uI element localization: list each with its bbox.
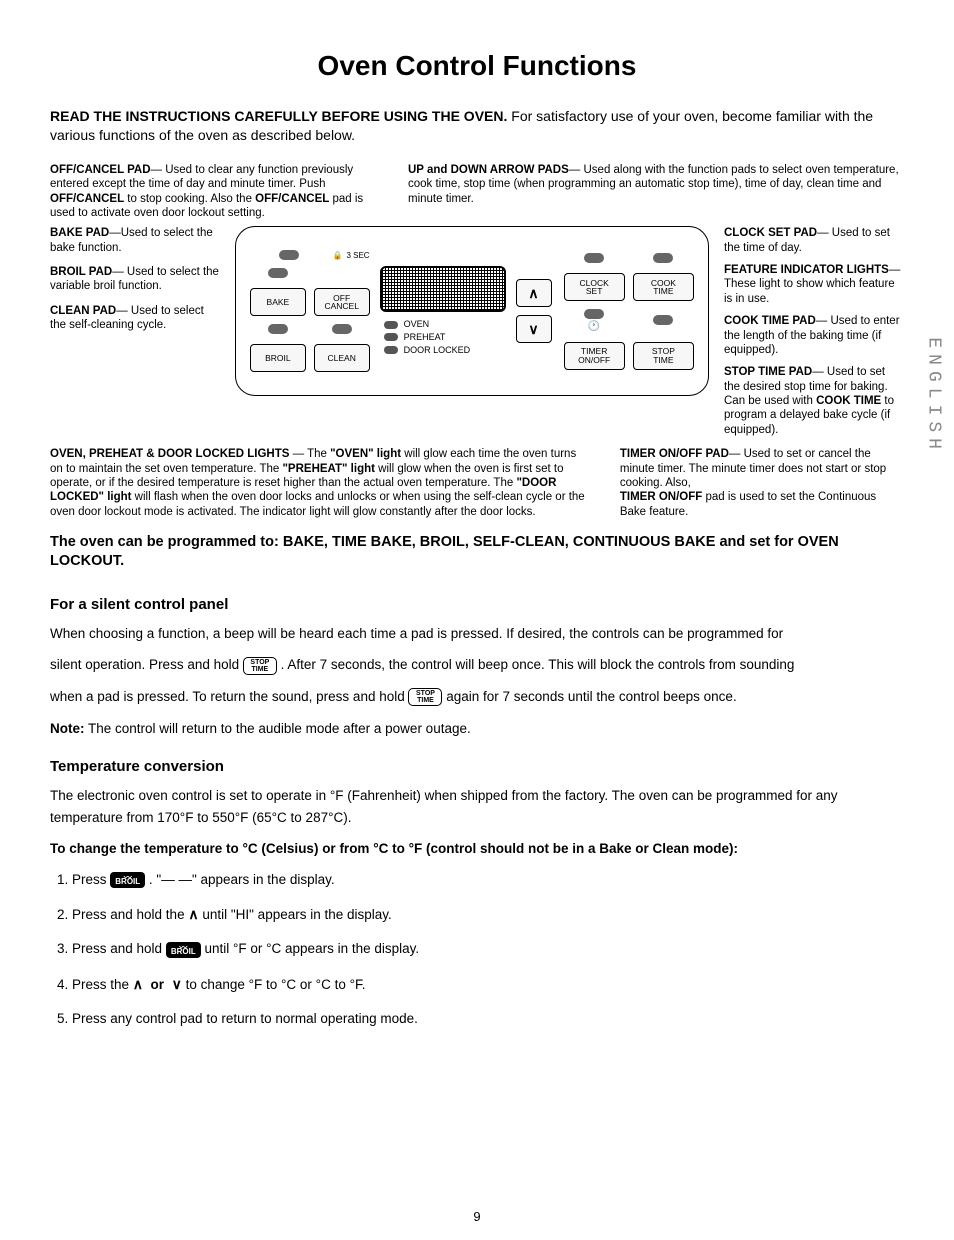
callout-bake-pad: BAKE PAD—Used to select the bake functio… bbox=[50, 226, 220, 255]
programmable-summary: The oven can be programmed to: BAKE, TIM… bbox=[50, 533, 904, 571]
broil-pad: BROIL bbox=[250, 344, 306, 372]
control-panel-diagram: 🔒 3 SEC BAKE OFF CANCEL BROIL CLEAN bbox=[230, 226, 714, 437]
up-caret-icon: ∧ bbox=[133, 976, 143, 992]
step-2: Press and hold the ∧ until "HI" appears … bbox=[72, 904, 904, 925]
temp-heading: Temperature conversion bbox=[50, 755, 904, 779]
callout-indicator-lights: OVEN, PREHEAT & DOOR LOCKED LIGHTS — The… bbox=[50, 447, 590, 519]
bake-pad: BAKE bbox=[250, 288, 306, 316]
callout-broil-pad: BROIL PAD— Used to select the variable b… bbox=[50, 265, 220, 294]
intro-bold: READ THE INSTRUCTIONS CAREFULLY BEFORE U… bbox=[50, 108, 507, 124]
down-arrow-pad: ∨ bbox=[516, 315, 552, 343]
step-3: Press and hold 〰BROIL until °F or °C app… bbox=[72, 939, 904, 959]
intro-paragraph: READ THE INSTRUCTIONS CAREFULLY BEFORE U… bbox=[50, 107, 904, 145]
door-locked-light-icon bbox=[384, 346, 398, 354]
silent-heading: For a silent control panel bbox=[50, 593, 904, 617]
step-4: Press the ∧ or ∨ to change °F to °C or °… bbox=[72, 974, 904, 995]
up-caret-icon: ∧ bbox=[188, 906, 198, 922]
clean-pad: CLEAN bbox=[314, 344, 370, 372]
cook-time-pad: COOK TIME bbox=[633, 273, 694, 301]
step-5: Press any control pad to return to norma… bbox=[72, 1009, 904, 1029]
callout-clean-pad: CLEAN PAD— Used to select the self-clean… bbox=[50, 304, 220, 333]
step-1: Press 〰BROIL . "— —" appears in the disp… bbox=[72, 870, 904, 890]
lock-icon: 🔒 bbox=[332, 251, 342, 261]
callout-off-cancel: OFF/CANCEL PAD— Used to clear any functi… bbox=[50, 163, 390, 221]
up-arrow-pad: ∧ bbox=[516, 279, 552, 307]
clock-icon: 🕐 bbox=[588, 321, 600, 332]
off-cancel-pad: OFF CANCEL bbox=[314, 288, 370, 316]
oven-light-icon bbox=[384, 321, 398, 329]
callout-timer-onoff: TIMER ON/OFF PAD— Used to set or cancel … bbox=[620, 447, 904, 519]
broil-button-icon: 〰BROIL bbox=[166, 942, 201, 958]
section-silent-panel: For a silent control panel When choosing… bbox=[50, 593, 904, 739]
stop-time-pad: STOP TIME bbox=[633, 342, 694, 370]
stop-time-button-icon: STOPTIME bbox=[408, 688, 442, 706]
page-number: 9 bbox=[0, 1209, 954, 1224]
section-temp-conversion: Temperature conversion The electronic ov… bbox=[50, 755, 904, 1029]
broil-button-icon: 〰BROIL bbox=[110, 872, 145, 888]
down-caret-icon: ∨ bbox=[172, 976, 182, 992]
timer-onoff-pad: TIMER ON/OFF bbox=[564, 342, 625, 370]
digital-display bbox=[380, 266, 506, 312]
preheat-light-icon bbox=[384, 333, 398, 341]
temp-steps-list: Press 〰BROIL . "— —" appears in the disp… bbox=[50, 870, 904, 1029]
callout-stop-time: STOP TIME PAD— Used to set the desired s… bbox=[724, 365, 904, 437]
indicator-dot bbox=[279, 250, 299, 260]
callout-feature-lights: FEATURE INDICATOR LIGHTS— These light to… bbox=[724, 263, 904, 306]
callout-clock-set: CLOCK SET PAD— Used to set the time of d… bbox=[724, 226, 904, 255]
page-title: Oven Control Functions bbox=[50, 50, 904, 82]
stop-time-button-icon: STOPTIME bbox=[243, 657, 277, 675]
clock-set-pad: CLOCK SET bbox=[564, 273, 625, 301]
language-tab: ENGLISH bbox=[924, 337, 944, 455]
callout-cook-time: COOK TIME PAD— Used to enter the length … bbox=[724, 314, 904, 357]
callout-arrow-pads: UP and DOWN ARROW PADS— Used along with … bbox=[408, 163, 904, 221]
